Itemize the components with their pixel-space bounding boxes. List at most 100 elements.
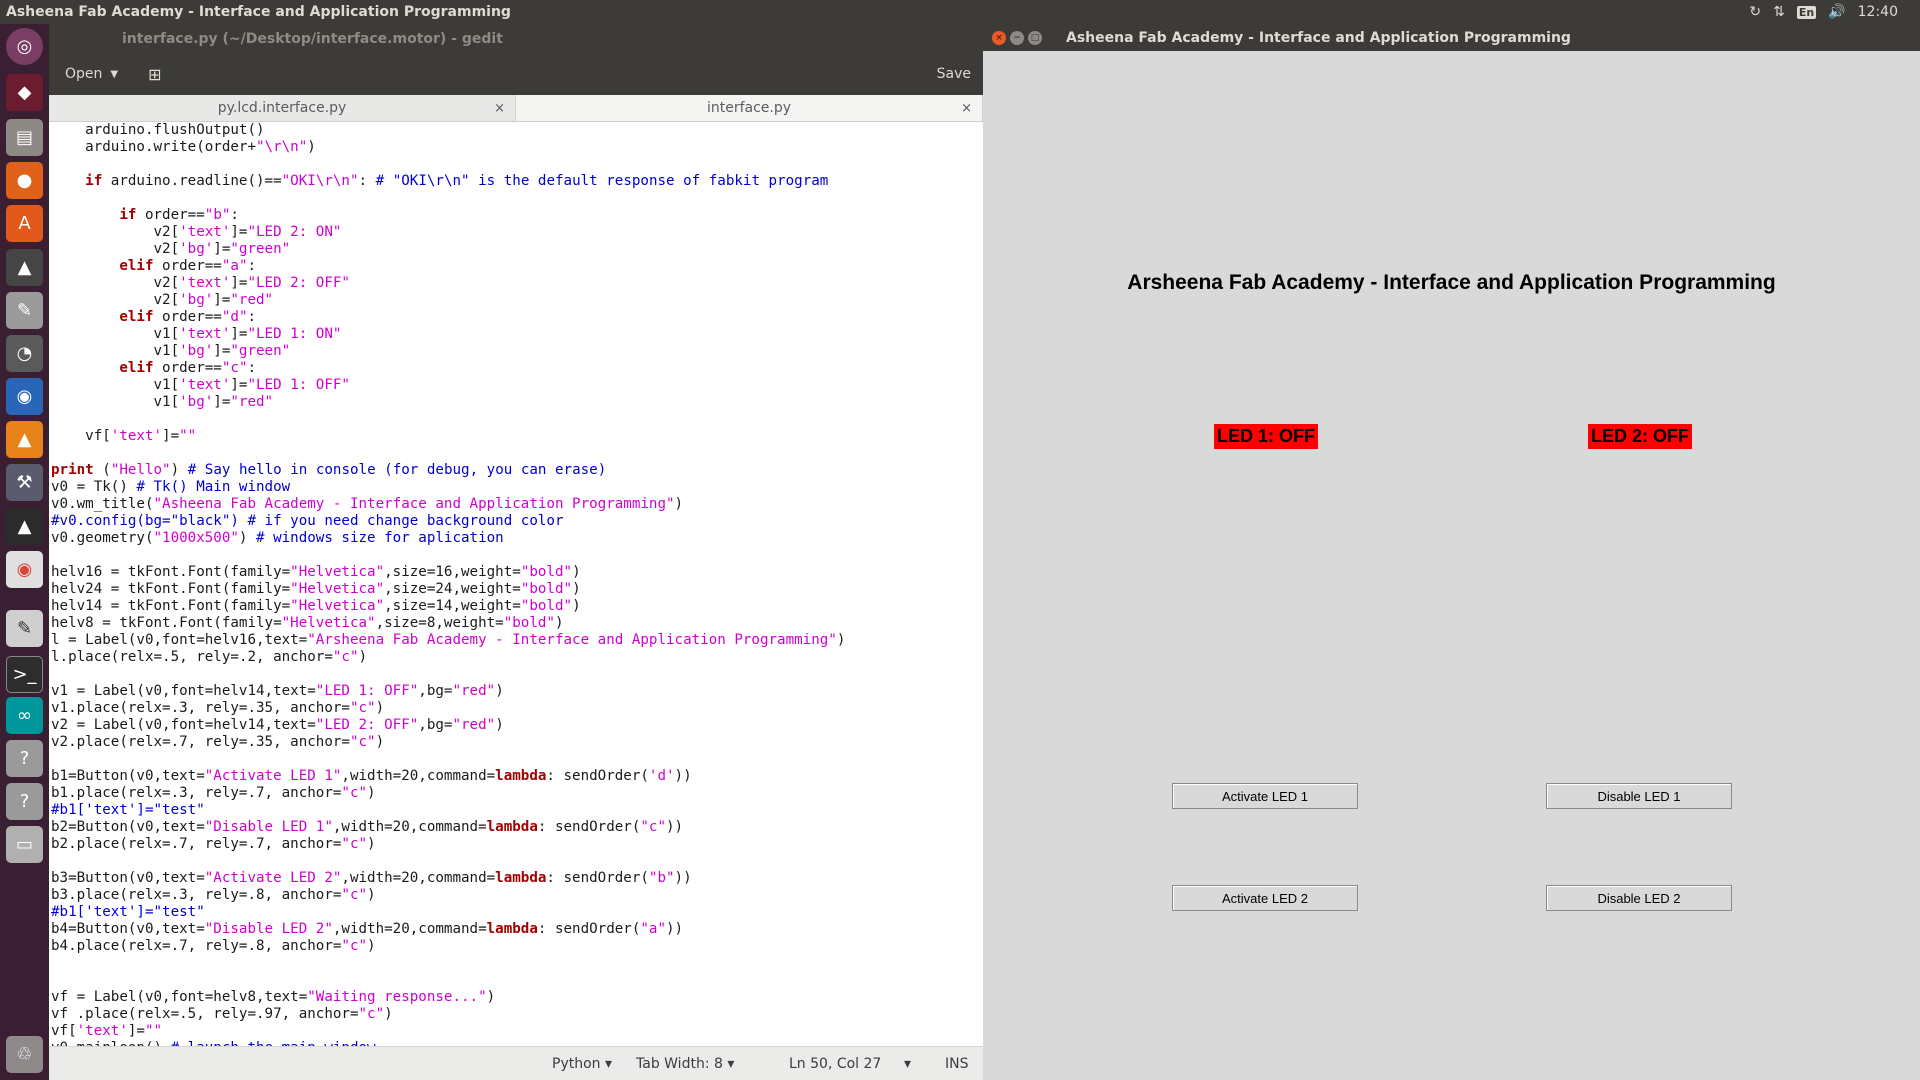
close-window-icon[interactable]: × bbox=[992, 30, 1006, 45]
code-line: v1['text']="LED 1: ON" bbox=[51, 326, 342, 342]
save-button[interactable]: Save bbox=[937, 66, 971, 82]
software-center-icon[interactable]: A bbox=[6, 205, 43, 242]
code-line: elif order=="c": bbox=[119, 360, 257, 376]
chrome-icon[interactable]: ◉ bbox=[6, 551, 43, 588]
tab-width-selector[interactable]: Tab Width: 8 ▾ bbox=[636, 1056, 734, 1072]
code-line: v2 = Label(v0,font=helv14,text="LED 2: O… bbox=[51, 717, 504, 733]
tab-width-label: Tab Width: 8 bbox=[636, 1056, 723, 1072]
code-line: v0.geometry("1000x500") # windows size f… bbox=[51, 530, 504, 546]
close-icon[interactable]: × bbox=[961, 101, 972, 116]
code-line: helv24 = tkFont.Font(family="Helvetica",… bbox=[51, 581, 581, 597]
open-button[interactable]: Open ▼ bbox=[65, 66, 118, 82]
code-line: v1['text']="LED 1: OFF" bbox=[51, 377, 350, 393]
code-line: v1.place(relx=.3, rely=.35, anchor="c") bbox=[51, 700, 385, 716]
new-tab-icon[interactable]: ⊞ bbox=[148, 65, 161, 84]
clock[interactable]: 12:40 bbox=[1858, 4, 1898, 20]
code-line: arduino.flushOutput() bbox=[51, 122, 265, 138]
minimize-window-icon[interactable]: − bbox=[1010, 30, 1024, 45]
code-line: b2=Button(v0,text="Disable LED 1",width=… bbox=[51, 819, 684, 835]
cursor-position[interactable]: Ln 50, Col 27 bbox=[789, 1056, 881, 1072]
code-line: v2['bg']="green" bbox=[51, 241, 291, 257]
drive-icon[interactable]: ▭ bbox=[6, 826, 43, 863]
code-line: l = Label(v0,font=helv16,text="Arsheena … bbox=[51, 632, 846, 648]
status-bar: Python ▾ Tab Width: 8 ▾ Ln 50, Col 27 ▾ … bbox=[49, 1046, 983, 1080]
led2-status: LED 2: OFF bbox=[1588, 424, 1692, 449]
gedit-title: interface.py (~/Desktop/interface.motor)… bbox=[122, 30, 503, 47]
trash-icon[interactable]: ♲ bbox=[6, 1036, 43, 1073]
chromium-icon[interactable]: ◉ bbox=[6, 378, 43, 415]
disable-led1-button[interactable]: Disable LED 1 bbox=[1546, 783, 1732, 809]
volume-icon[interactable]: 🔊 bbox=[1828, 4, 1845, 20]
files-icon[interactable]: ▤ bbox=[6, 119, 43, 156]
vlc-icon[interactable]: ▲ bbox=[6, 421, 43, 458]
code-line: b3.place(relx=.3, rely=.8, anchor="c") bbox=[51, 887, 376, 903]
launcher: ◎ ◆ ▤ ● A ▲ ✎ ◔ ◉ ▲ ⚒ ▲ ◉ ✎ >_ ∞ ? ? ▭ ♲ bbox=[0, 24, 49, 1080]
text-editor-icon[interactable]: ✎ bbox=[6, 292, 43, 329]
code-line: b3=Button(v0,text="Activate LED 2",width… bbox=[51, 870, 692, 886]
tool-icon[interactable]: ⚒ bbox=[6, 464, 43, 501]
code-line: if order=="b": bbox=[119, 207, 239, 223]
chevron-down-icon: ▼ bbox=[110, 68, 119, 80]
app-icon-red[interactable]: ◆ bbox=[6, 74, 43, 111]
terminal-icon[interactable]: >_ bbox=[6, 656, 43, 693]
active-window-title: Asheena Fab Academy - Interface and Appl… bbox=[6, 4, 511, 20]
system-tray: ↻ ⇅ En 🔊 12:40 bbox=[1749, 4, 1920, 20]
code-line: #b1['text']="test" bbox=[51, 904, 205, 920]
code-line: if arduino.readline()=="OKI\r\n": # "OKI… bbox=[85, 173, 829, 189]
app-icon-dark[interactable]: ▲ bbox=[6, 508, 43, 545]
position-dropdown-icon[interactable]: ▾ bbox=[904, 1056, 911, 1072]
tab-label: py.lcd.interface.py bbox=[217, 100, 347, 116]
code-line: helv8 = tkFont.Font(family="Helvetica",s… bbox=[51, 615, 564, 631]
code-line: v2['text']="LED 2: OFF" bbox=[51, 275, 350, 291]
tk-window-title: Asheena Fab Academy - Interface and Appl… bbox=[1066, 29, 1571, 46]
maximize-window-icon[interactable]: □ bbox=[1028, 30, 1042, 45]
gimp-icon[interactable]: ◔ bbox=[6, 335, 43, 372]
tab-label: interface.py bbox=[706, 100, 792, 116]
code-line: vf = Label(v0,font=helv8,text="Waiting r… bbox=[51, 989, 496, 1005]
tk-titlebar: × − □ Asheena Fab Academy - Interface an… bbox=[983, 24, 1920, 51]
language-selector[interactable]: Python ▾ bbox=[552, 1056, 612, 1072]
tab-bar: py.lcd.interface.py × interface.py × bbox=[49, 95, 983, 122]
gedit-window: interface.py (~/Desktop/interface.motor)… bbox=[49, 24, 983, 1080]
unknown-app-icon[interactable]: ? bbox=[6, 740, 43, 777]
code-line: v1['bg']="red" bbox=[51, 394, 274, 410]
code-line: b1.place(relx=.3, rely=.7, anchor="c") bbox=[51, 785, 376, 801]
code-line: vf['text']="" bbox=[51, 1023, 163, 1039]
tk-app-window: × − □ Asheena Fab Academy - Interface an… bbox=[983, 24, 1920, 1080]
code-line: v1 = Label(v0,font=helv14,text="LED 1: O… bbox=[51, 683, 504, 699]
close-icon[interactable]: × bbox=[494, 101, 505, 116]
tab-py-lcd-interface[interactable]: py.lcd.interface.py × bbox=[49, 95, 516, 121]
top-panel: Asheena Fab Academy - Interface and Appl… bbox=[0, 0, 1920, 24]
dash-icon[interactable]: ◎ bbox=[6, 28, 43, 65]
code-editor[interactable]: arduino.flushOutput() arduino.write(orde… bbox=[49, 122, 983, 1046]
tab-interface[interactable]: interface.py × bbox=[516, 95, 983, 121]
code-line: v2['bg']="red" bbox=[51, 292, 274, 308]
activate-led1-button[interactable]: Activate LED 1 bbox=[1172, 783, 1358, 809]
disable-led2-button[interactable]: Disable LED 2 bbox=[1546, 885, 1732, 911]
arduino-icon[interactable]: ∞ bbox=[6, 697, 43, 734]
firefox-icon[interactable]: ● bbox=[6, 162, 43, 199]
code-line: b4=Button(v0,text="Disable LED 2",width=… bbox=[51, 921, 684, 937]
gedit-icon[interactable]: ✎ bbox=[6, 610, 43, 647]
tk-content: Arsheena Fab Academy - Interface and App… bbox=[983, 51, 1920, 1080]
activate-led2-button[interactable]: Activate LED 2 bbox=[1172, 885, 1358, 911]
inkscape-icon[interactable]: ▲ bbox=[6, 249, 43, 286]
transfer-icon[interactable]: ⇅ bbox=[1773, 4, 1785, 20]
code-line: b1=Button(v0,text="Activate LED 1",width… bbox=[51, 768, 692, 784]
code-line: v0.wm_title("Asheena Fab Academy - Inter… bbox=[51, 496, 684, 512]
network-icon[interactable]: ↻ bbox=[1749, 4, 1761, 20]
code-line: arduino.write(order+"\r\n") bbox=[51, 139, 316, 155]
code-line: elif order=="a": bbox=[119, 258, 257, 274]
led1-status: LED 1: OFF bbox=[1214, 424, 1318, 449]
insert-mode: INS bbox=[945, 1056, 969, 1072]
keyboard-layout-indicator[interactable]: En bbox=[1796, 5, 1817, 19]
unknown-app-icon-2[interactable]: ? bbox=[6, 783, 43, 820]
